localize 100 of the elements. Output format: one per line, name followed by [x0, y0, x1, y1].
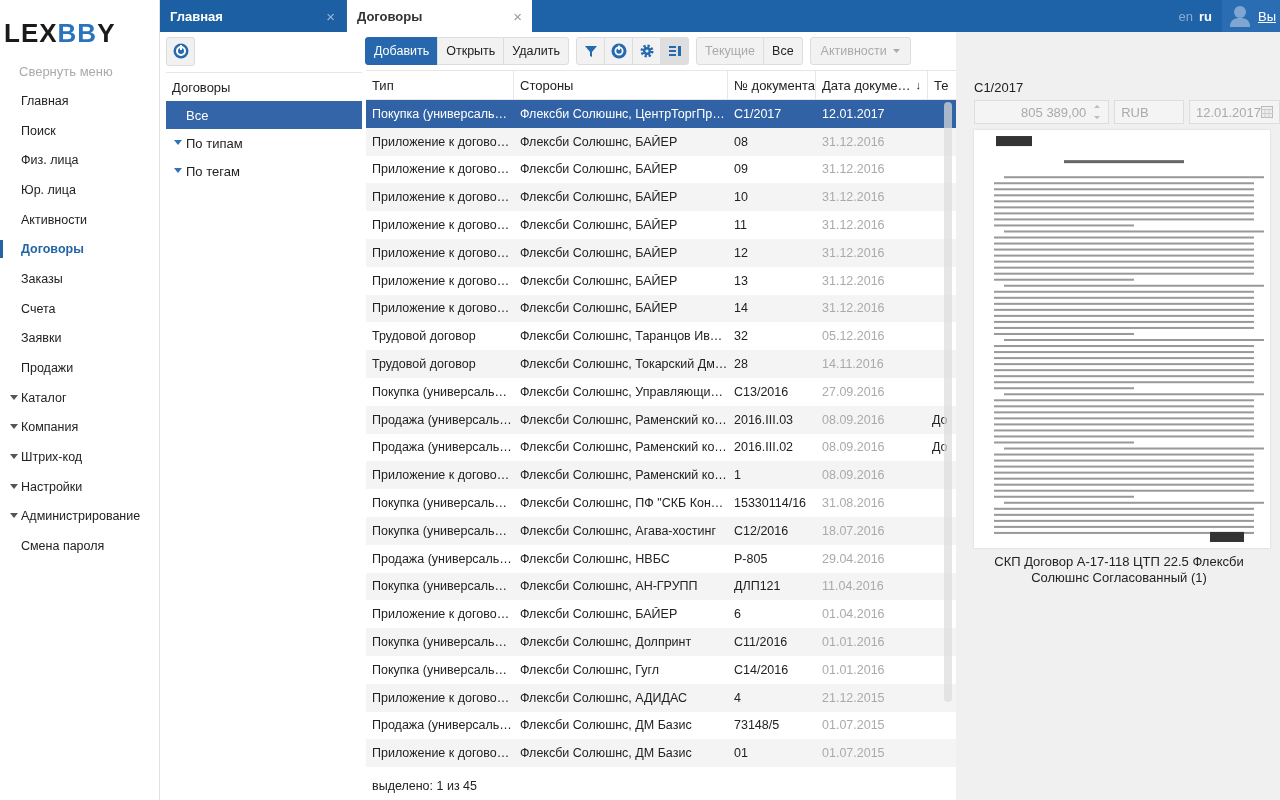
table-row[interactable]: Трудовой договор Флексби Солюшнс, Токарский Дм… 28 14.11.2016	[366, 350, 956, 378]
nav-item[interactable]: Юр. лица	[0, 175, 159, 205]
refresh-icon	[171, 42, 190, 60]
column-header[interactable]: Тип	[366, 71, 514, 99]
table-cell: Флексби Солюшнс, Таранцов Ив…	[520, 329, 723, 344]
table-cell: Флексби Солюшнс, Раменский ко…	[520, 440, 727, 455]
toolbar-button[interactable]: Добавить	[365, 37, 439, 65]
table-row[interactable]: Приложение к догово… Флексби Солюшнс, АДИДАС 4 21.12.2015	[366, 683, 956, 712]
table-row[interactable]: Приложение к догово… Флексби Солюшнс, ДМ Базис 01 01.07.2015	[366, 739, 956, 768]
refresh-button[interactable]	[166, 36, 195, 66]
table-cell: 18.07.2016	[822, 523, 885, 538]
table-cell: 31.12.2016	[822, 245, 885, 260]
toolbar-button[interactable]: Удалить	[503, 37, 570, 65]
table-cell: 32	[734, 329, 748, 344]
table-row[interactable]: Покупка (универсаль… Флексби Солюшнс, ЦентрТоргПр… С1/2017 12.01.2017	[366, 100, 956, 128]
nav-item[interactable]: Главная	[0, 86, 159, 116]
nav-item[interactable]: Администрирование	[0, 501, 159, 532]
nav-item[interactable]: Физ. лица	[0, 145, 159, 176]
table-row[interactable]: Приложение к догово… Флексби Солюшнс, Раменский ко… 1 08.09.2016	[366, 461, 956, 490]
table-row[interactable]: Покупка (универсаль… Флексби Солюшнс, АН-ГРУПП ДЛП121 11.04.2016	[366, 572, 956, 601]
nav-item[interactable]: Продажи	[0, 353, 159, 383]
caret-icon	[10, 394, 18, 401]
table-cell: С13/2016	[734, 384, 789, 399]
table-row[interactable]: Приложение к догово… Флексби Солюшнс, БАЙЕР 12 31.12.2016	[366, 239, 956, 267]
table-row[interactable]: Приложение к догово… Флексби Солюшнс, БАЙЕР 10 31.12.2016	[366, 183, 956, 212]
tree-item[interactable]: По типам	[166, 129, 362, 157]
nav-item[interactable]: Компания	[0, 412, 159, 443]
column-header[interactable]: Те	[928, 71, 952, 99]
tree-item[interactable]: Все	[166, 101, 362, 129]
table-cell: 08	[734, 134, 748, 149]
table-cell: Приложение к догово…	[372, 746, 510, 761]
table-cell: 4	[734, 690, 741, 705]
table-cell: 11	[734, 218, 747, 233]
nav-item[interactable]: Настройки	[0, 471, 159, 502]
table-cell: 31.12.2016	[822, 190, 885, 205]
table-cell: Покупка (универсаль…	[372, 106, 507, 121]
tab[interactable]: Главная ×	[160, 0, 345, 32]
table-cell: 14.11.2016	[822, 357, 884, 372]
table-cell: Покупка (универсаль…	[372, 635, 507, 650]
nav-item[interactable]: Штрих-код	[0, 442, 159, 472]
table-cell: 11.04.2016	[822, 579, 884, 594]
scope-button[interactable]: Все	[763, 37, 803, 65]
table-cell: 15330114/16	[734, 496, 807, 511]
caret-icon	[10, 513, 18, 520]
table-cell: 12	[734, 245, 748, 260]
nav-item[interactable]: Поиск	[0, 115, 159, 146]
table-row[interactable]: Покупка (универсаль… Флексби Солюшнс, Долпринт С11/2016 01.01.2016	[366, 628, 956, 656]
table-cell: Продажа (универсаль…	[372, 412, 512, 427]
caret-icon	[10, 483, 18, 490]
document-caption: СКП Договор А-17-118 ЦТП 22.5 Флексби Солюшнс Согласованный (1)	[993, 554, 1245, 586]
nav-item[interactable]: Заявки	[0, 323, 159, 354]
table-cell: Приложение к догово…	[372, 245, 510, 260]
caret-icon	[10, 424, 18, 431]
nav-item[interactable]: Заказы	[0, 264, 159, 294]
table-cell: ДЛП121	[734, 579, 781, 594]
table-row[interactable]: Приложение к догово… Флексби Солюшнс, БАЙЕР 08 31.12.2016	[366, 127, 956, 156]
table-cell: 01.07.2015	[822, 746, 885, 761]
caret-icon	[892, 48, 900, 54]
logout-link[interactable]: Вы	[1258, 8, 1276, 24]
table-cell: Флексби Солюшнс, ЦентрТоргПр…	[520, 106, 725, 121]
table-cell: Продажа (универсаль…	[372, 551, 512, 566]
column-header[interactable]: Стороны	[514, 71, 728, 99]
tab[interactable]: Договоры ×	[347, 0, 532, 32]
table-cell: Флексби Солюшнс, БАЙЕР	[520, 162, 678, 177]
table-row[interactable]: Продажа (универсаль… Флексби Солюшнс, Раменский ко… 2016.III.03 08.09.2016 До	[366, 405, 956, 434]
refresh-button[interactable]	[604, 37, 634, 65]
table-cell: Флексби Солюшнс, БАЙЕР	[520, 134, 678, 149]
toolbar-button[interactable]: Открыть	[437, 37, 505, 65]
table-cell: Продажа (универсаль…	[372, 718, 512, 733]
table-cell: 01.01.2016	[822, 662, 885, 677]
nav-item[interactable]: Смена пароля	[0, 531, 159, 561]
user-icon	[1230, 5, 1250, 27]
table-cell: Флексби Солюшнс, БАЙЕР	[520, 190, 678, 205]
table-row[interactable]: Приложение к догово… Флексби Солюшнс, БАЙЕР 14 31.12.2016	[366, 294, 956, 323]
language-link[interactable]: ru	[1199, 8, 1212, 24]
table-cell: Флексби Солюшнс, БАЙЕР	[520, 301, 678, 316]
columns-button[interactable]	[660, 37, 690, 65]
nav-item[interactable]: Каталог	[0, 382, 159, 413]
table-cell: 21.12.2015	[822, 690, 885, 705]
logo: LEXBBY	[3, 17, 117, 50]
table-cell: 13	[734, 273, 748, 288]
column-header[interactable]: № документа	[728, 71, 816, 99]
table-cell: 1	[734, 468, 741, 483]
table-cell: 31.12.2016	[822, 134, 885, 149]
document-thumbnail[interactable]	[974, 130, 1270, 548]
gear-icon	[638, 43, 655, 59]
table-cell: 08.09.2016	[822, 440, 885, 455]
nav-item[interactable]: Активности	[0, 204, 159, 235]
filter-button[interactable]	[576, 37, 606, 65]
column-header[interactable]: Дата докуме… ↓	[816, 71, 928, 99]
table-cell: 31.08.2016	[822, 496, 885, 511]
table-cell: С1/2017	[734, 106, 782, 121]
nav-item[interactable]: Договоры	[0, 234, 159, 265]
tree-item[interactable]: По тегам	[166, 157, 362, 185]
nav-item[interactable]: Счета	[0, 293, 159, 324]
table-cell: 31.12.2016	[822, 162, 885, 177]
settings-button[interactable]	[632, 37, 662, 65]
table-row[interactable]: Покупка (универсаль… Флексби Солюшнс, Агава-хостинг С12/2016 18.07.2016	[366, 516, 956, 545]
table-cell: 29.04.2016	[822, 551, 885, 566]
table-cell: Флексби Солюшнс, БАЙЕР	[520, 245, 678, 260]
